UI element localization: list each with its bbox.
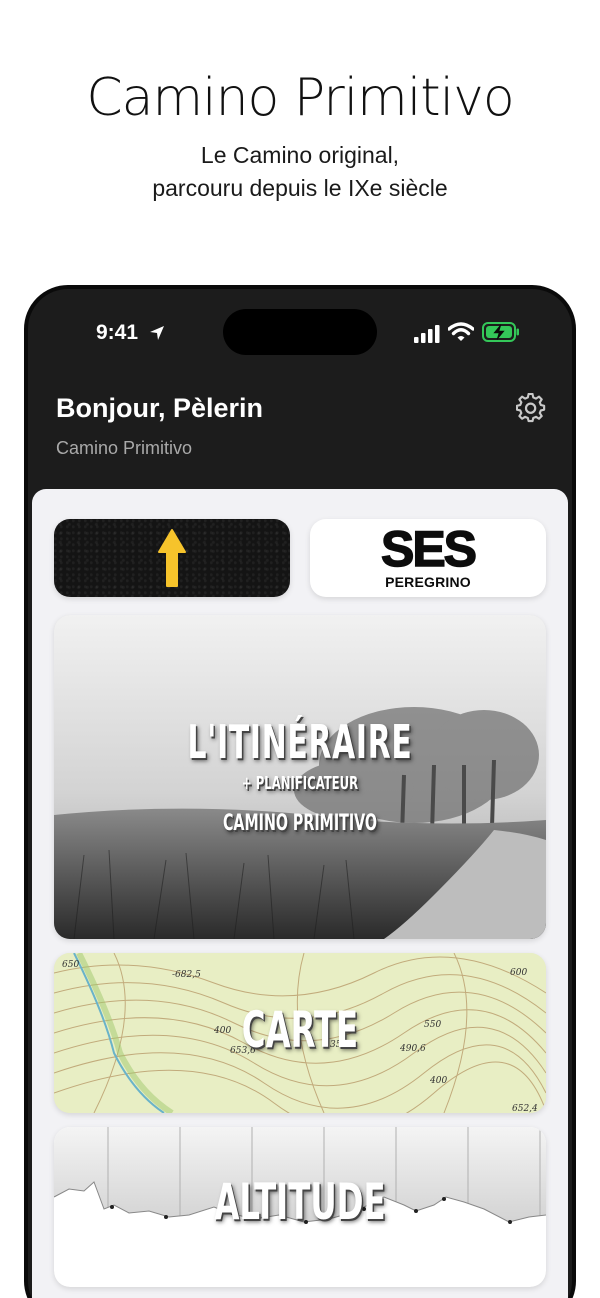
battery-charging-icon (482, 322, 519, 342)
promo-title: Camino Primitivo (86, 68, 514, 128)
dynamic-island (223, 309, 377, 355)
gear-icon[interactable] (516, 393, 546, 423)
altitude-title: ALTITUDE (214, 1173, 386, 1231)
itinerary-tile[interactable]: L'ITINÉRAIRE + PLANIFICATEUR CAMINO PRIM… (54, 615, 546, 939)
wifi-icon (448, 322, 474, 341)
promo-subtitle-line2: parcouru depuis le IXe siècle (152, 175, 448, 201)
greeting-title: Bonjour, Pèlerin (56, 393, 264, 423)
map-tile[interactable]: -682,5 650 400 550 600 490,6 35 653,6 40… (54, 953, 546, 1113)
arrow-shortcut-tile[interactable] (54, 519, 290, 597)
map-contour-label: 650 (62, 960, 79, 970)
altitude-tile[interactable]: ALTITUDE (54, 1127, 546, 1287)
map-contour-label: 652,4 (512, 1104, 538, 1113)
ses-peregrino-tile[interactable]: SES PEREGRINO (310, 519, 546, 597)
map-contour-label: 400 (429, 1076, 447, 1086)
status-time: 9:41 (96, 321, 139, 344)
status-bar: 9:41 (28, 289, 572, 379)
promo-subtitle-line1: Le Camino original, (200, 142, 400, 168)
yellow-arrow-icon (158, 529, 186, 587)
map-title: CARTE (241, 1001, 359, 1059)
location-arrow-icon (150, 326, 164, 340)
phone-frame: 9:41 Bonjour, Pèlerin Camino Primitivo S… (24, 285, 576, 1298)
signal-icon (414, 325, 440, 343)
main-content: SES PEREGRINO L'ITINÉRAIRE + PLANIFICATE… (32, 489, 568, 1298)
ses-subtitle: PEREGRINO (385, 574, 471, 590)
map-contour-label: -682,5 (172, 970, 201, 980)
itinerary-planner-label: + PLANIFICATEUR (241, 773, 359, 794)
ses-logo: SES (380, 521, 478, 577)
itinerary-route-label: CAMINO PRIMITIVO (222, 811, 378, 836)
itinerary-title: L'ITINÉRAIRE (187, 715, 413, 769)
map-contour-label: 600 (510, 968, 527, 978)
route-subtitle: Camino Primitivo (56, 438, 193, 458)
